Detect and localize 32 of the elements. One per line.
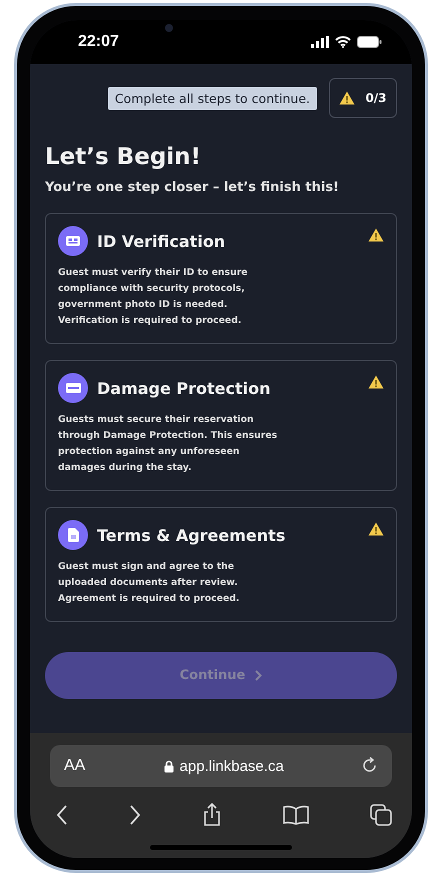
warning-icon bbox=[339, 91, 356, 105]
book-icon[interactable] bbox=[283, 805, 309, 825]
chevron-right-icon bbox=[254, 670, 262, 681]
step-description: Guest must verify their ID to ensure compliance with security protocols, government photo ID is needed. Verification is required to proceed. bbox=[58, 266, 249, 328]
step-description: Guests must secure their reservation through Damage Protection. This ensures protection against any unforeseen damages during the stay. bbox=[58, 413, 278, 475]
step-card[interactable]: Damage Protection Guests must secure their reservation through Damage Protection. This ensures protection against any unforeseen damages during the stay. bbox=[45, 360, 397, 491]
tabs-icon[interactable] bbox=[370, 804, 392, 826]
status-time: 22:07 bbox=[78, 33, 119, 51]
wifi-icon bbox=[335, 36, 351, 48]
lock-icon bbox=[164, 760, 174, 772]
page-subtitle: You’re one step closer – let’s finish this! bbox=[45, 180, 340, 195]
battery-icon bbox=[357, 36, 382, 48]
step-title: Terms & Agreements bbox=[97, 526, 286, 544]
step-title: Damage Protection bbox=[97, 378, 271, 398]
tooltip: Complete all steps to continue. bbox=[108, 86, 317, 110]
step-card[interactable]: Terms & Agreements Guest must sign and agree to the uploaded documents after review. Agreement is required to proceed. bbox=[45, 507, 397, 622]
document-icon bbox=[58, 520, 88, 550]
address-bar[interactable]: AA app.linkbase.ca bbox=[50, 745, 392, 787]
banknote-icon bbox=[58, 373, 88, 403]
forward-icon[interactable] bbox=[129, 805, 141, 825]
text-size-button[interactable]: AA bbox=[64, 757, 86, 775]
step-card[interactable]: ID Verification Guest must verify their ID to ensure compliance with security protocols, government photo ID is needed. Verification is required to proceed. bbox=[45, 213, 397, 344]
id-card-icon bbox=[58, 226, 88, 256]
page-heading: Let’s Begin! bbox=[45, 144, 202, 170]
share-icon[interactable] bbox=[202, 803, 222, 827]
url-text: app.linkbase.ca bbox=[180, 758, 284, 774]
progress-count: 0/3 bbox=[365, 91, 387, 105]
signal-icon bbox=[311, 36, 329, 48]
back-icon[interactable] bbox=[56, 805, 68, 825]
camera-icon bbox=[165, 24, 173, 32]
step-description: Guest must sign and agree to the uploaded documents after review. Agreement is required to proceed. bbox=[58, 560, 240, 606]
step-title: ID Verification bbox=[97, 232, 226, 250]
